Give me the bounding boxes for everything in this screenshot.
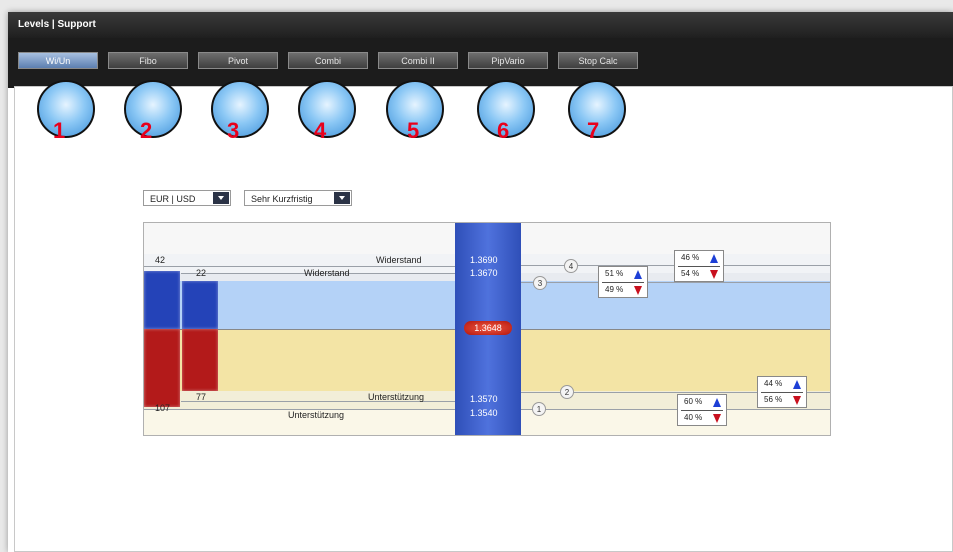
resistance-near-up-pct: 51 %	[605, 269, 624, 278]
resistance-near-probability-box: 51 % 49 %	[598, 266, 648, 298]
marker-number-3: 3	[227, 118, 240, 143]
support-far-count: 107	[155, 403, 171, 413]
arrow-down-icon	[713, 414, 721, 423]
window-title: Levels | Support	[18, 19, 96, 30]
support-near-count: 77	[196, 392, 207, 402]
divider	[602, 282, 644, 283]
resistance-far-count: 42	[155, 255, 166, 265]
support-far-up-pct: 60 %	[684, 397, 703, 406]
marker-number-1: 1	[53, 118, 66, 143]
resistance-near-label: Widerstand	[304, 268, 350, 278]
resistance-near-bar	[182, 281, 218, 329]
support-far-label: Unterstützung	[288, 410, 345, 420]
marker-number-2: 2	[140, 118, 153, 143]
current-price-badge: 1.3648	[464, 321, 512, 335]
support-far-price: 1.3540	[470, 408, 498, 418]
tab-fibo[interactable]: Fibo	[108, 52, 188, 69]
support-far-down-pct: 40 %	[684, 413, 703, 422]
support-far-probability-box: 60 % 40 %	[677, 394, 727, 426]
arrow-up-icon	[634, 270, 642, 279]
currency-pair-select[interactable]: EUR | USD	[143, 190, 231, 206]
resistance-far-line	[144, 266, 455, 267]
resistance-far-probability-box: 46 % 54 %	[674, 250, 724, 282]
marker-circle-2	[124, 80, 182, 138]
arrow-up-icon	[713, 398, 721, 407]
support-near-label: Unterstützung	[368, 392, 425, 402]
support-near-down-pct: 56 %	[764, 395, 783, 404]
resistance-far-price: 1.3690	[470, 255, 498, 265]
divider	[761, 392, 803, 393]
tab-pivot[interactable]: Pivot	[198, 52, 278, 69]
support-far-bar	[144, 329, 180, 407]
arrow-up-icon	[710, 254, 718, 263]
tab-pipvario[interactable]: PipVario	[468, 52, 548, 69]
resistance-far-bar	[144, 271, 180, 329]
marker-number-7: 7	[587, 118, 600, 143]
resistance-near-down-pct: 49 %	[605, 285, 624, 294]
arrow-down-icon	[710, 270, 718, 279]
level-circle-3: 3	[533, 276, 547, 290]
chevron-down-icon[interactable]	[334, 192, 350, 204]
resistance-near-count: 22	[196, 268, 207, 278]
tab-combi[interactable]: Combi	[288, 52, 368, 69]
marker-number-4: 4	[314, 118, 327, 143]
marker-number-6: 6	[497, 118, 510, 143]
resistance-far-down-pct: 54 %	[681, 269, 700, 278]
level-circle-4: 4	[564, 259, 578, 273]
horizon-value: Sehr Kurzfristig	[251, 194, 313, 204]
resistance-far-up-pct: 46 %	[681, 253, 700, 262]
support-near-bar	[182, 329, 218, 391]
chevron-down-icon[interactable]	[213, 192, 229, 204]
arrow-down-icon	[634, 286, 642, 295]
divider	[678, 266, 720, 267]
arrow-up-icon	[793, 380, 801, 389]
horizon-select[interactable]: Sehr Kurzfristig	[244, 190, 352, 206]
marker-number-5: 5	[407, 118, 420, 143]
title-bar: Levels | Support	[8, 12, 953, 38]
level-circle-1: 1	[532, 402, 546, 416]
levels-chart: 42 22 Widerstand Widerstand 77 107 Unter…	[143, 222, 831, 436]
support-near-probability-box: 44 % 56 %	[757, 376, 807, 408]
support-far-right-line	[521, 409, 830, 410]
level-circle-2: 2	[560, 385, 574, 399]
marker-circle-4	[298, 80, 356, 138]
arrow-down-icon	[793, 396, 801, 405]
resistance-near-right-line	[521, 282, 830, 283]
tab-combi-ii[interactable]: Combi II	[378, 52, 458, 69]
marker-circle-3	[211, 80, 269, 138]
resistance-far-label: Widerstand	[376, 255, 422, 265]
tab-stop-calc[interactable]: Stop Calc	[558, 52, 638, 69]
support-near-price: 1.3570	[470, 394, 498, 404]
currency-pair-value: EUR | USD	[150, 194, 196, 204]
support-near-up-pct: 44 %	[764, 379, 783, 388]
tab-wi-un[interactable]: Wi/Un	[18, 52, 98, 69]
divider	[681, 410, 723, 411]
marker-circle-1	[37, 80, 95, 138]
resistance-near-price: 1.3670	[470, 268, 498, 278]
